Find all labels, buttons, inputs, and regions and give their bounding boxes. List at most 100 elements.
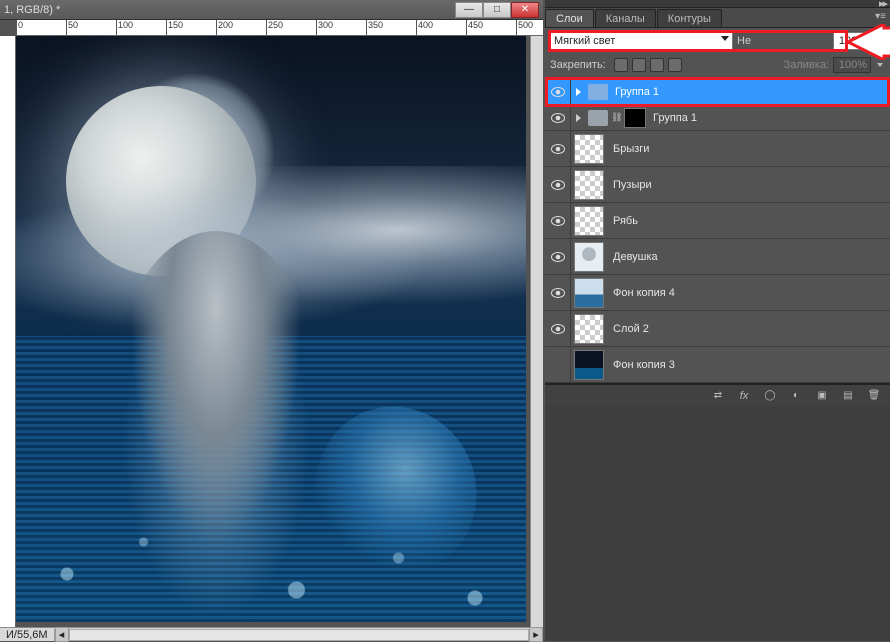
layer-row[interactable]: Рябь (545, 203, 890, 239)
layer-name[interactable]: Группа 1 (615, 86, 659, 98)
tab-channels[interactable]: Каналы (595, 9, 656, 27)
layer-name[interactable]: Девушка (613, 251, 658, 263)
layer-thumbnail[interactable] (574, 350, 604, 380)
vertical-scrollbar[interactable] (530, 36, 543, 627)
visibility-toggle-icon[interactable] (545, 239, 571, 274)
visibility-toggle-icon[interactable] (545, 311, 571, 346)
visibility-toggle-icon[interactable] (545, 275, 571, 310)
layer-thumbnail[interactable] (574, 278, 604, 308)
layer-row[interactable]: Фон копия 4 (545, 275, 890, 311)
window-maximize-button[interactable]: □ (483, 2, 511, 18)
layer-row[interactable]: Пузыри (545, 167, 890, 203)
ruler-tick: 400 (416, 20, 433, 36)
layer-thumbnail[interactable] (574, 206, 604, 236)
mask-thumbnail[interactable] (624, 108, 646, 128)
layers-panel-footer: ⇄ fx ◯ ◐ ▣ ▤ 🗑 (545, 384, 890, 406)
lock-label: Закрепить: (550, 59, 606, 71)
fill-dropdown-icon[interactable] (875, 56, 885, 74)
tab-paths[interactable]: Контуры (657, 9, 722, 27)
layers-panel-tabs: Слои Каналы Контуры ▾≡ (545, 8, 890, 28)
document-status: И/55,6M (0, 629, 55, 641)
panel-menu-icon[interactable]: ▾≡ (875, 11, 886, 22)
opacity-label: Не (737, 35, 751, 47)
layer-thumbnail[interactable] (574, 134, 604, 164)
opacity-dropdown-icon[interactable] (875, 32, 885, 50)
layers-list[interactable]: Группа 1 ⛓ Группа 1 Брызги Пузыри Рябь Девушка… (545, 79, 890, 384)
visibility-toggle-icon[interactable] (545, 105, 571, 130)
mask-link-icon[interactable]: ⛓ (611, 112, 621, 123)
ruler-tick: 100 (116, 20, 133, 36)
fill-label: Заливка: (784, 59, 829, 71)
layer-name[interactable]: Брызги (613, 143, 649, 155)
folder-icon (588, 84, 608, 100)
visibility-toggle-icon[interactable] (545, 131, 571, 166)
hscroll-track[interactable] (69, 629, 529, 641)
lock-transparency-icon[interactable] (614, 58, 628, 72)
status-bar: И/55,6M ◂ ▸ (0, 627, 543, 641)
artwork-bubbles (16, 462, 526, 622)
layer-thumbnail[interactable] (574, 242, 604, 272)
visibility-toggle-icon[interactable] (545, 167, 571, 202)
layer-thumbnail[interactable] (574, 170, 604, 200)
chevron-down-icon (721, 36, 729, 41)
lock-icons (614, 58, 682, 72)
blend-opacity-row: Мягкий свет Не 100% (545, 28, 890, 54)
window-buttons: — □ ✕ (455, 2, 539, 18)
layer-name[interactable]: Пузыри (613, 179, 652, 191)
ruler-tick: 150 (166, 20, 183, 36)
ruler-tick: 450 (466, 20, 483, 36)
visibility-toggle-icon[interactable] (545, 203, 571, 238)
lock-pixels-icon[interactable] (632, 58, 646, 72)
folder-icon (588, 110, 608, 126)
layer-name[interactable]: Рябь (613, 215, 638, 227)
canvas[interactable] (16, 36, 526, 622)
layer-row[interactable]: Группа 1 (545, 79, 890, 105)
blend-mode-select[interactable]: Мягкий свет (550, 32, 733, 50)
disclosure-triangle-icon[interactable] (571, 114, 585, 122)
fill-field[interactable]: 100% (833, 57, 871, 73)
delete-layer-icon[interactable]: 🗑 (866, 389, 882, 403)
document-title: 1, RGB/8) * (4, 4, 455, 16)
layer-name[interactable]: Группа 1 (653, 112, 697, 124)
layer-row[interactable]: Слой 2 (545, 311, 890, 347)
window-minimize-button[interactable]: — (455, 2, 483, 18)
disclosure-triangle-icon[interactable] (571, 88, 585, 96)
lock-position-icon[interactable] (650, 58, 664, 72)
layer-mask-icon[interactable]: ◯ (762, 389, 778, 403)
link-layers-icon[interactable]: ⇄ (710, 389, 726, 403)
layer-row[interactable]: Девушка (545, 239, 890, 275)
layer-name[interactable]: Слой 2 (613, 323, 649, 335)
canvas-viewport[interactable] (16, 36, 530, 627)
new-layer-icon[interactable]: ▤ (840, 389, 856, 403)
layer-fx-icon[interactable]: fx (736, 389, 752, 403)
right-panel-column: ▸▸ Слои Каналы Контуры ▾≡ Мягкий свет Не… (545, 0, 890, 641)
document-titlebar[interactable]: 1, RGB/8) * — □ ✕ (0, 0, 543, 20)
lock-fill-row: Закрепить: Заливка: 100% (545, 54, 890, 79)
ruler-tick: 0 (16, 20, 23, 36)
visibility-toggle-icon[interactable] (545, 79, 571, 104)
ruler-tick: 50 (66, 20, 78, 36)
new-group-icon[interactable]: ▣ (814, 389, 830, 403)
layer-row[interactable]: Фон копия 3 (545, 347, 890, 383)
lock-all-icon[interactable] (668, 58, 682, 72)
ruler-tick: 250 (266, 20, 283, 36)
window-close-button[interactable]: ✕ (511, 2, 539, 18)
tab-layers[interactable]: Слои (545, 9, 594, 27)
layer-name[interactable]: Фон копия 4 (613, 287, 675, 299)
layer-name[interactable]: Фон копия 3 (613, 359, 675, 371)
opacity-field[interactable]: 100% (833, 32, 871, 50)
ruler-tick: 350 (366, 20, 383, 36)
blend-mode-value: Мягкий свет (554, 35, 615, 47)
layer-row[interactable]: Брызги (545, 131, 890, 167)
hscroll-left-button[interactable]: ◂ (55, 627, 69, 642)
hscroll-right-button[interactable]: ▸ (529, 627, 543, 642)
panel-empty-area (545, 406, 890, 641)
panel-collapse-strip: ▸▸ (545, 0, 890, 8)
adjustment-layer-icon[interactable]: ◐ (788, 389, 804, 403)
layer-row[interactable]: ⛓ Группа 1 (545, 105, 890, 131)
visibility-toggle-icon[interactable] (545, 347, 571, 382)
ruler-vertical[interactable] (0, 36, 16, 627)
ruler-horizontal[interactable]: 050100150200250300350400450500 (16, 20, 543, 36)
layer-thumbnail[interactable] (574, 314, 604, 344)
ruler-tick: 500 (516, 20, 533, 36)
